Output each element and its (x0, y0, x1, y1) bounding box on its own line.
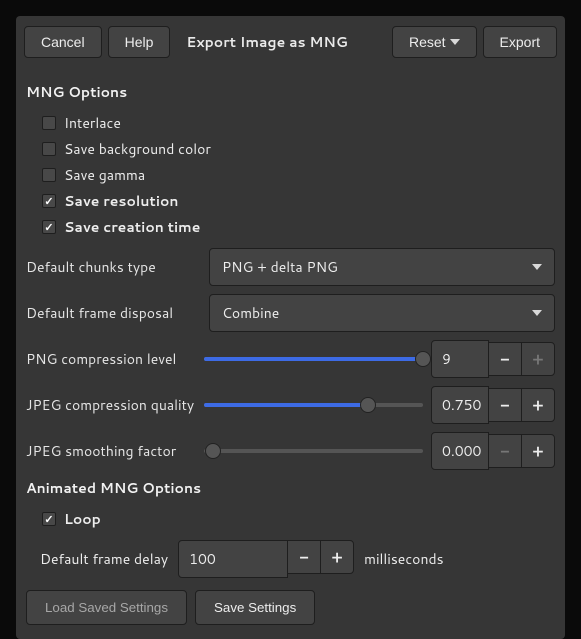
disposal-select[interactable]: Combine (209, 294, 555, 332)
jpeg-q-minus[interactable]: − (488, 388, 522, 422)
jpeg-s-plus[interactable]: + (521, 434, 555, 468)
jpeg-s-label: JPEG smoothing factor (26, 441, 204, 461)
dialog-title: Export Image as MNG (176, 32, 386, 52)
jpeg-q-label: JPEG compression quality (26, 395, 204, 415)
delay-plus[interactable]: + (320, 540, 354, 574)
dialog-body: MNG Options Interlace Save background co… (16, 68, 565, 639)
jpeg-s-minus[interactable]: − (488, 434, 522, 468)
load-settings-button[interactable]: Load Saved Settings (26, 590, 187, 625)
export-button[interactable]: Export (483, 26, 557, 58)
png-comp-minus[interactable]: − (488, 342, 522, 376)
chevron-down-icon (450, 39, 460, 45)
chunks-select[interactable]: PNG + delta PNG (209, 248, 555, 286)
header-bar: Cancel Help Export Image as MNG Reset Ex… (16, 16, 565, 68)
save-resolution-checkbox[interactable] (42, 194, 56, 208)
png-comp-plus[interactable]: + (521, 342, 555, 376)
chevron-down-icon (532, 310, 542, 316)
disposal-label: Default frame disposal (26, 303, 201, 323)
chunks-value: PNG + delta PNG (222, 257, 338, 277)
save-creation-checkbox[interactable] (42, 220, 56, 234)
interlace-label: Interlace (64, 113, 121, 133)
help-button[interactable]: Help (108, 26, 171, 58)
save-creation-label: Save creation time (64, 217, 200, 237)
delay-label: Default frame delay (40, 549, 168, 569)
save-gamma-label: Save gamma (64, 165, 145, 185)
save-resolution-label: Save resolution (64, 191, 178, 211)
delay-value[interactable]: 100 (178, 540, 288, 578)
jpeg-q-value[interactable]: 0.750 (431, 386, 489, 424)
png-comp-slider[interactable] (204, 349, 423, 369)
png-comp-label: PNG compression level (26, 349, 204, 369)
chevron-down-icon (532, 264, 542, 270)
save-bg-label: Save background color (64, 139, 211, 159)
delay-minus[interactable]: − (287, 540, 321, 574)
save-bg-checkbox[interactable] (42, 142, 56, 156)
save-settings-button[interactable]: Save Settings (195, 590, 315, 625)
interlace-checkbox[interactable] (42, 116, 56, 130)
delay-unit: milliseconds (364, 549, 443, 569)
png-comp-value[interactable]: 9 (431, 340, 489, 378)
chunks-label: Default chunks type (26, 257, 201, 277)
loop-checkbox[interactable] (42, 512, 56, 526)
dialog-panel: Cancel Help Export Image as MNG Reset Ex… (16, 16, 565, 639)
save-gamma-checkbox[interactable] (42, 168, 56, 182)
cancel-button[interactable]: Cancel (24, 26, 102, 58)
jpeg-s-slider[interactable] (204, 441, 423, 461)
mng-options-title: MNG Options (26, 82, 555, 102)
reset-button[interactable]: Reset (392, 26, 477, 58)
jpeg-q-slider[interactable] (204, 395, 423, 415)
jpeg-s-value[interactable]: 0.000 (431, 432, 489, 470)
reset-label: Reset (409, 34, 446, 50)
animated-options-title: Animated MNG Options (26, 478, 555, 498)
jpeg-q-plus[interactable]: + (521, 388, 555, 422)
loop-label: Loop (64, 509, 101, 529)
disposal-value: Combine (222, 303, 279, 323)
